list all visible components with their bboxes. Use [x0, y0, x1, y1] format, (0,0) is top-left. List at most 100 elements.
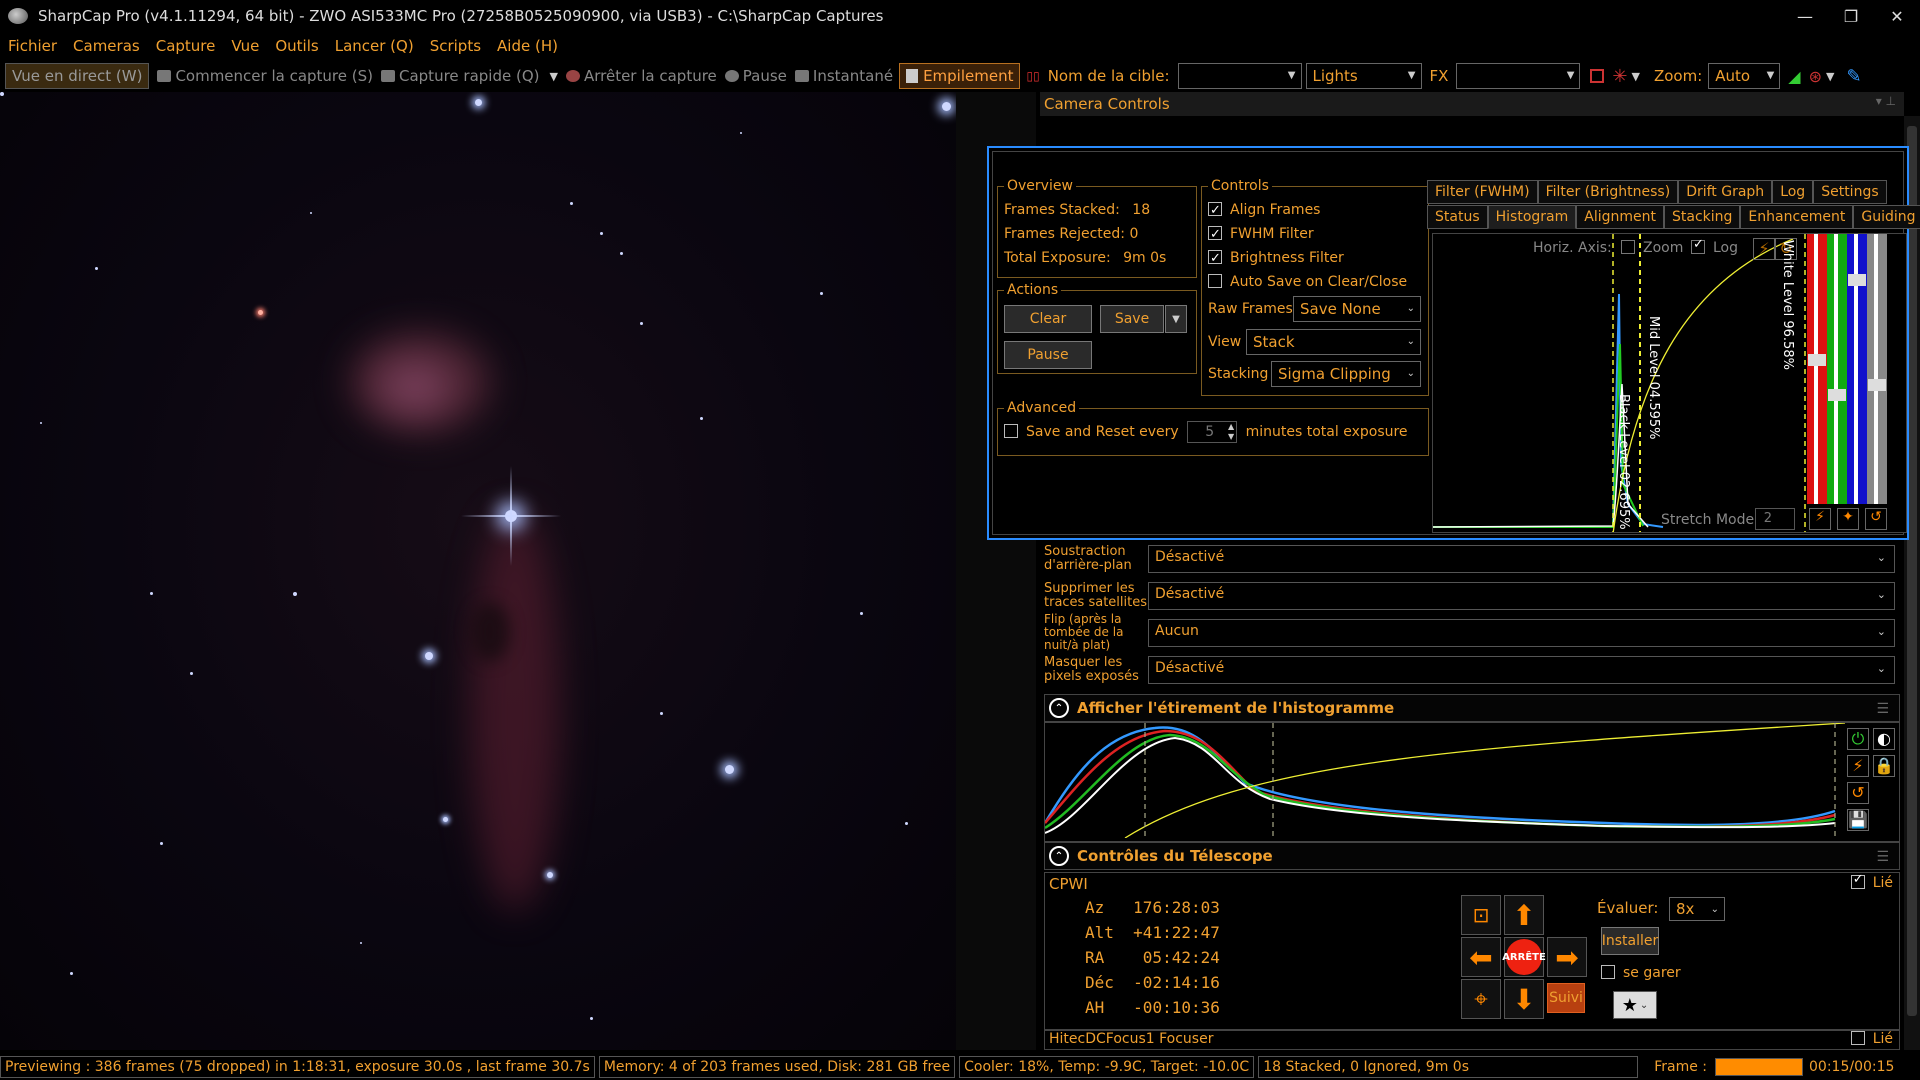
park-check[interactable]: [1601, 965, 1615, 979]
chevron-down-icon[interactable]: ▼: [550, 70, 558, 83]
blue-slider-thumb[interactable]: [1848, 274, 1866, 286]
checkbox-unchecked[interactable]: [1208, 274, 1222, 288]
menu-vue[interactable]: Vue: [223, 37, 267, 55]
checkbox-checked[interactable]: [1208, 247, 1222, 271]
pin-icon[interactable]: ▾ ⊥: [1876, 94, 1896, 108]
tab-status[interactable]: Status: [1427, 205, 1488, 229]
spinner-arrows-icon[interactable]: ▲ ▼: [1228, 422, 1234, 442]
mask-pixels-select[interactable]: Désactivé ⌄: [1148, 655, 1895, 684]
clear-button[interactable]: Clear: [1004, 305, 1092, 333]
stacking-combo[interactable]: Sigma Clipping ⌄: [1271, 361, 1421, 387]
menu-outils[interactable]: Outils: [267, 37, 326, 55]
move-east-button[interactable]: ➡: [1547, 937, 1587, 977]
auto-stretch-icon[interactable]: ✦: [1837, 508, 1859, 530]
lock-icon[interactable]: 🔒: [1873, 755, 1895, 777]
focuser-linked-check[interactable]: [1850, 1031, 1865, 1045]
rate-combo[interactable]: 8x ⌄: [1669, 897, 1725, 921]
view-combo[interactable]: Stack ⌄: [1246, 329, 1421, 355]
tab-histogram[interactable]: Histogram: [1487, 205, 1577, 229]
stretch-mode-spinner[interactable]: 2: [1755, 508, 1795, 530]
menu-icon[interactable]: ☰: [1876, 849, 1889, 865]
live-view-button[interactable]: Vue en direct (W): [5, 63, 150, 89]
stack-histogram[interactable]: Horiz. Axis: Zoom Log ⚡ ↻ White Level 96…: [1432, 233, 1907, 533]
tab-alignment[interactable]: Alignment: [1576, 205, 1664, 229]
raw-frames-combo[interactable]: Save None ⌄: [1293, 296, 1421, 322]
tab-log[interactable]: Log: [1772, 180, 1814, 204]
pause-stack-button[interactable]: Pause: [1004, 341, 1092, 369]
recording-icon[interactable]: ▯▯: [1026, 69, 1039, 83]
target-name-combo[interactable]: ▼: [1177, 63, 1302, 89]
save-reset-checkbox[interactable]: [1004, 424, 1018, 438]
star-button[interactable]: ★ ⌄: [1613, 991, 1657, 1019]
log-check[interactable]: [1691, 237, 1705, 254]
menu-cameras[interactable]: Cameras: [65, 37, 148, 55]
move-north-button[interactable]: ⬆: [1504, 895, 1544, 935]
spiral-search-button[interactable]: ⊡: [1461, 895, 1501, 935]
tab-filter-brightness[interactable]: Filter (Brightness): [1537, 180, 1679, 204]
menu-aide[interactable]: Aide (H): [489, 37, 566, 55]
tracking-button[interactable]: Suivi: [1547, 983, 1585, 1013]
pause-button[interactable]: Pause: [724, 67, 787, 85]
focuser-linked-checkbox[interactable]: Lié: [1850, 1031, 1893, 1047]
stacking-button[interactable]: Empilement: [899, 63, 1021, 89]
satellite-trails-select[interactable]: Désactivé ⌄: [1148, 581, 1895, 610]
move-south-button[interactable]: ⬇: [1504, 979, 1544, 1019]
chevron-down-icon[interactable]: ▼: [1826, 70, 1834, 83]
tab-stacking[interactable]: Stacking: [1663, 205, 1741, 229]
fx-combo[interactable]: ▼: [1456, 63, 1581, 89]
brightness-filter-checkbox[interactable]: Brightness Filter: [1208, 246, 1422, 271]
linked-check[interactable]: [1850, 872, 1865, 889]
lightning-icon[interactable]: ⚡: [1809, 508, 1831, 530]
auto-save-checkbox[interactable]: Auto Save on Clear/Close: [1208, 270, 1422, 294]
tab-drift-graph[interactable]: Drift Graph: [1678, 180, 1773, 204]
histogram-icon[interactable]: ◢: [1788, 67, 1800, 86]
menu-scripts[interactable]: Scripts: [422, 37, 489, 55]
zoom-combo[interactable]: Auto ▼: [1708, 63, 1781, 89]
save-dropdown-button[interactable]: ▼: [1165, 305, 1187, 333]
save-button[interactable]: Save: [1100, 305, 1164, 333]
move-west-button[interactable]: ⬅: [1461, 937, 1501, 977]
goto-target-button[interactable]: ⌖: [1461, 979, 1501, 1019]
close-button[interactable]: ✕: [1874, 0, 1920, 32]
maximize-button[interactable]: ❐: [1828, 0, 1874, 32]
collapse-icon[interactable]: ⌃: [1049, 698, 1069, 718]
minutes-spinner[interactable]: 5 ▲ ▼: [1187, 421, 1238, 443]
reset-icon[interactable]: ↺: [1865, 508, 1887, 530]
histogram-stretch-header[interactable]: ⌃ Afficher l'étirement de l'histogramme …: [1044, 694, 1900, 722]
fwhm-filter-checkbox[interactable]: FWHM Filter: [1208, 222, 1422, 247]
tab-enhancement[interactable]: Enhancement: [1740, 205, 1854, 229]
save-icon[interactable]: 💾: [1847, 809, 1869, 831]
checkbox-checked[interactable]: [1208, 223, 1222, 247]
stop-mount-button[interactable]: ARRÊTE: [1502, 937, 1546, 977]
telescope-controls-header[interactable]: ⌃ Contrôles du Télescope ☰: [1044, 842, 1900, 870]
log-checkbox[interactable]: Log: [1691, 237, 1738, 256]
red-slider-thumb[interactable]: [1808, 354, 1826, 366]
zoom-check[interactable]: [1621, 240, 1635, 254]
menu-icon[interactable]: ☰: [1876, 701, 1889, 717]
align-frames-checkbox[interactable]: Align Frames: [1208, 198, 1422, 223]
tab-settings[interactable]: Settings: [1813, 180, 1887, 204]
reticle-icon[interactable]: [1590, 69, 1605, 83]
collapse-icon[interactable]: ⌃: [1049, 846, 1069, 866]
zoom-checkbox[interactable]: Zoom: [1621, 240, 1683, 256]
histogram-stretch-panel[interactable]: ⏻ ◐ ⚡ 🔒 ↺ 💾: [1044, 722, 1900, 842]
park-checkbox[interactable]: se garer: [1601, 965, 1681, 981]
snapshot-button[interactable]: Instantané: [794, 67, 893, 85]
reset-icon[interactable]: ↺: [1847, 782, 1869, 804]
chevron-down-icon[interactable]: ▼: [1632, 70, 1640, 83]
menu-capture[interactable]: Capture: [148, 37, 224, 55]
start-capture-button[interactable]: Commencer la capture (S): [157, 67, 373, 85]
flip-select[interactable]: Aucun ⌄: [1148, 618, 1895, 647]
install-button[interactable]: Installer: [1601, 927, 1659, 955]
contrast-icon[interactable]: ◐: [1873, 728, 1895, 750]
lum-slider-thumb[interactable]: [1868, 379, 1886, 391]
focus-icon[interactable]: ✳: [1612, 66, 1627, 87]
linked-checkbox[interactable]: Lié: [1850, 872, 1893, 891]
quick-capture-button[interactable]: Capture rapide (Q) ▼: [381, 67, 558, 85]
wand-icon[interactable]: ✎: [1846, 66, 1861, 87]
background-subtraction-select[interactable]: Désactivé ⌄: [1148, 544, 1895, 573]
tab-guiding[interactable]: Guiding: [1853, 205, 1920, 229]
minimize-button[interactable]: —: [1782, 0, 1828, 32]
menu-lancer[interactable]: Lancer (Q): [327, 37, 422, 55]
lightning-icon[interactable]: ⚡: [1847, 755, 1869, 777]
